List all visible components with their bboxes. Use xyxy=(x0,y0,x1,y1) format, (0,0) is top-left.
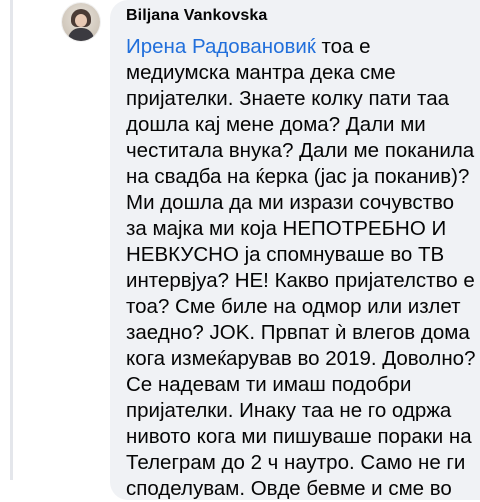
comment-line: НЕВКУСНО ја спомнуваше во ТВ xyxy=(126,243,445,266)
comment-line: честитала внука? Дали ме поканила xyxy=(126,139,475,162)
comment-line: интервјуа? НЕ! Какво пријателство е xyxy=(126,269,475,292)
avatar-body xyxy=(68,28,94,41)
comment-line: заедно? JOK. Првпат ѝ влегов дома xyxy=(126,321,470,344)
comment-line: Се надевам ти имаш подобри xyxy=(126,373,412,396)
reply-thread-line xyxy=(10,0,13,480)
avatar[interactable] xyxy=(62,3,100,41)
mention-link[interactable]: Ирена Радовановиќ xyxy=(126,35,316,58)
comment-author[interactable]: Biljana Vankovska xyxy=(126,7,267,25)
comment-line: дошла кај мене дома? Дали ми xyxy=(126,113,426,136)
comment-line: пријателки. Знаете колку пати таа xyxy=(126,87,449,110)
comment-line: на свадба на ќерка (јас ја поканив)? xyxy=(126,165,470,188)
comment-line: Ирена Радовановиќ тоа е xyxy=(126,34,476,60)
comment-line: нивото кога ми пишуваше пораки на xyxy=(126,425,472,448)
comment-line: Ми дошла да ми изрази сочувство xyxy=(126,191,455,214)
comment-line: пријателки. Инаку таа не го одржа xyxy=(126,399,452,422)
comment-line: за мајка ми која НЕПОТРЕБНО И xyxy=(126,217,447,240)
comment-line-text: тоа е xyxy=(315,35,371,58)
comment-line: кога измеќарував во 2019. Доволно? xyxy=(126,347,476,370)
comment-line: медиумска мантра дека сме xyxy=(126,61,396,84)
comment-line: тоа? Сме биле на одмор или излет xyxy=(126,295,461,318)
avatar-face xyxy=(75,14,87,27)
comment-line: Телеграм до 2 ч наутро. Само не ги xyxy=(126,451,466,474)
comment-text: Ирена Радовановиќ тоа е медиумска мантра… xyxy=(126,34,476,502)
